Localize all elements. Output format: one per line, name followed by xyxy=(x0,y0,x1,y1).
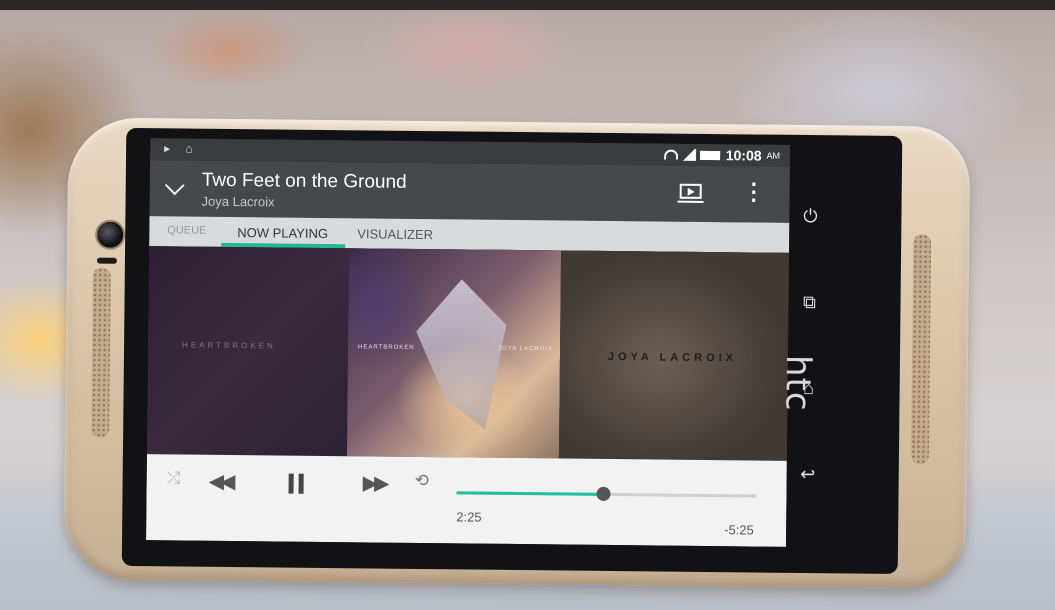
song-title: Two Feet on the Ground xyxy=(201,169,407,193)
album-art-current[interactable]: HEARTBROKEN JOYA LACROIX xyxy=(346,248,562,459)
artist-name: Joya Lacroix xyxy=(201,193,275,210)
status-right: 10:08 AM xyxy=(663,147,781,164)
rewind-icon[interactable]: ◀◀ xyxy=(209,469,232,494)
wifi-icon xyxy=(663,149,678,160)
album-art-text: HEARTBROKEN xyxy=(182,340,276,351)
album-art-text: JOYA LACROIX xyxy=(607,350,738,365)
seek-bar[interactable] xyxy=(456,486,757,501)
phone: ▸ ⌂ 10:08 AM Two Feet on the Ground Joya … xyxy=(63,117,971,589)
elapsed-time: 2:25 xyxy=(456,509,482,525)
back-icon[interactable]: ↩ xyxy=(797,463,819,485)
shuffle-icon[interactable]: ⤮ xyxy=(167,468,181,488)
htc-logo: htc xyxy=(777,354,818,412)
tab-queue[interactable]: QUEUE xyxy=(167,224,206,236)
notification-icons: ▸ ⌂ xyxy=(164,141,199,156)
repeat-icon[interactable]: ⟲ xyxy=(415,471,429,491)
power-icon[interactable]: ⏻ xyxy=(799,205,821,227)
album-art-text: JOYA LACROIX xyxy=(498,345,553,353)
fast-forward-icon[interactable]: ▶▶ xyxy=(363,470,386,495)
cast-icon[interactable] xyxy=(679,183,702,199)
clock: 10:08 xyxy=(725,147,762,164)
clock-ampm: AM xyxy=(766,150,781,161)
pause-icon[interactable] xyxy=(289,474,305,494)
battery-icon xyxy=(699,150,720,160)
album-art-carousel[interactable]: HEARTBROKEN HEARTBROKEN JOYA LACROIX JOY… xyxy=(146,246,790,461)
signal-icon xyxy=(681,148,696,161)
speaker-grille-left xyxy=(91,267,111,438)
speaker-grille-right xyxy=(910,234,932,465)
phone-screen: ▸ ⌂ 10:08 AM Two Feet on the Ground Joya … xyxy=(146,138,791,547)
more-icon[interactable]: · · · xyxy=(750,171,758,212)
seek-bar-fill xyxy=(456,491,604,496)
player-header: Two Feet on the Ground Joya Lacroix · · · xyxy=(149,160,790,223)
crystal-graphic xyxy=(405,279,507,430)
playback-controls: ⤮ ◀◀ ▶▶ ⟲ 2:25 -5:25 xyxy=(146,454,787,547)
album-art-next[interactable]: JOYA LACROIX xyxy=(558,250,790,461)
front-camera xyxy=(95,219,126,250)
album-art-text: HEARTBROKEN xyxy=(358,344,415,351)
seek-thumb[interactable] xyxy=(596,486,611,501)
remaining-time: -5:25 xyxy=(724,522,754,538)
album-art-previous[interactable]: HEARTBROKEN xyxy=(146,246,350,457)
proximity-sensor xyxy=(96,257,117,264)
top-strip xyxy=(0,0,1055,10)
chevron-down-icon[interactable] xyxy=(164,175,185,196)
recent-apps-icon[interactable]: ⧉ xyxy=(798,291,820,313)
tab-visualizer[interactable]: VISUALIZER xyxy=(357,226,433,242)
tab-now-playing[interactable]: NOW PLAYING xyxy=(237,225,328,241)
